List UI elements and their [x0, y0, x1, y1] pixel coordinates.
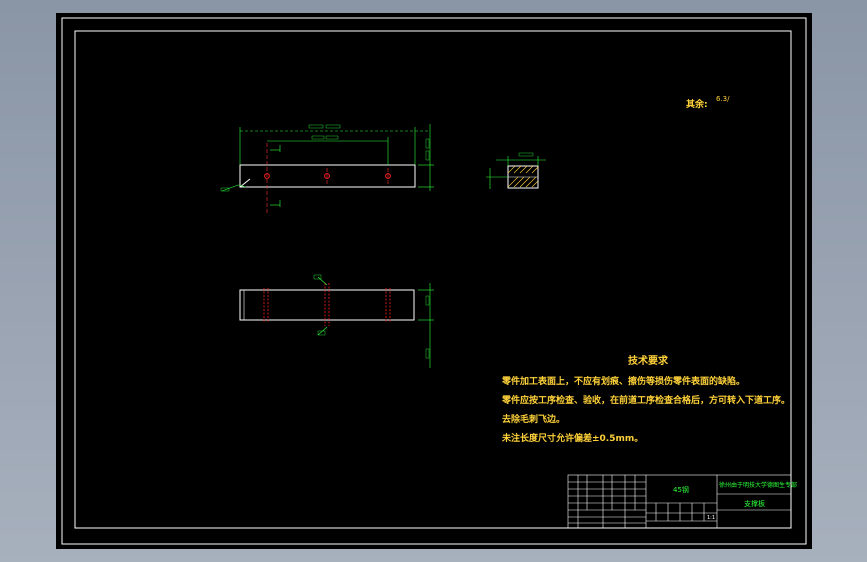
top-view-outline — [239, 289, 415, 321]
drawing-sheet: 其余: 6.3/ 技术要求 零件加工表面上，不应有划痕、擦伤等损伤零件表面的缺陷… — [56, 13, 812, 549]
cad-drawing — [61, 17, 807, 545]
front-view-outline — [239, 164, 416, 188]
roughness-label: 其余: — [686, 100, 708, 110]
tech-requirement-item: 未注长度尺寸允许偏差±0.5mm。 — [502, 434, 644, 444]
tech-requirement-item: 去除毛刺飞边。 — [502, 415, 566, 425]
roughness-symbol: 6.3/ — [716, 95, 730, 103]
tech-requirement-item: 零件应按工序检查、验收，在前道工序检查合格后，方可转入下道工序。 — [502, 396, 791, 406]
material-label: 45钢 — [673, 486, 689, 494]
inner-frame — [74, 30, 792, 529]
tech-requirements-title: 技术要求 — [628, 356, 668, 367]
scale-value: 1:1 — [707, 515, 716, 521]
front-view — [220, 124, 434, 213]
section-view — [486, 152, 546, 189]
tech-requirement-item: 零件加工表面上，不应有划痕、擦伤等损伤零件表面的缺陷。 — [502, 377, 746, 387]
school-name: 徐州由于明技大学德图生专部 — [719, 482, 798, 489]
part-name: 支撑板 — [744, 500, 765, 508]
top-view — [239, 274, 434, 368]
